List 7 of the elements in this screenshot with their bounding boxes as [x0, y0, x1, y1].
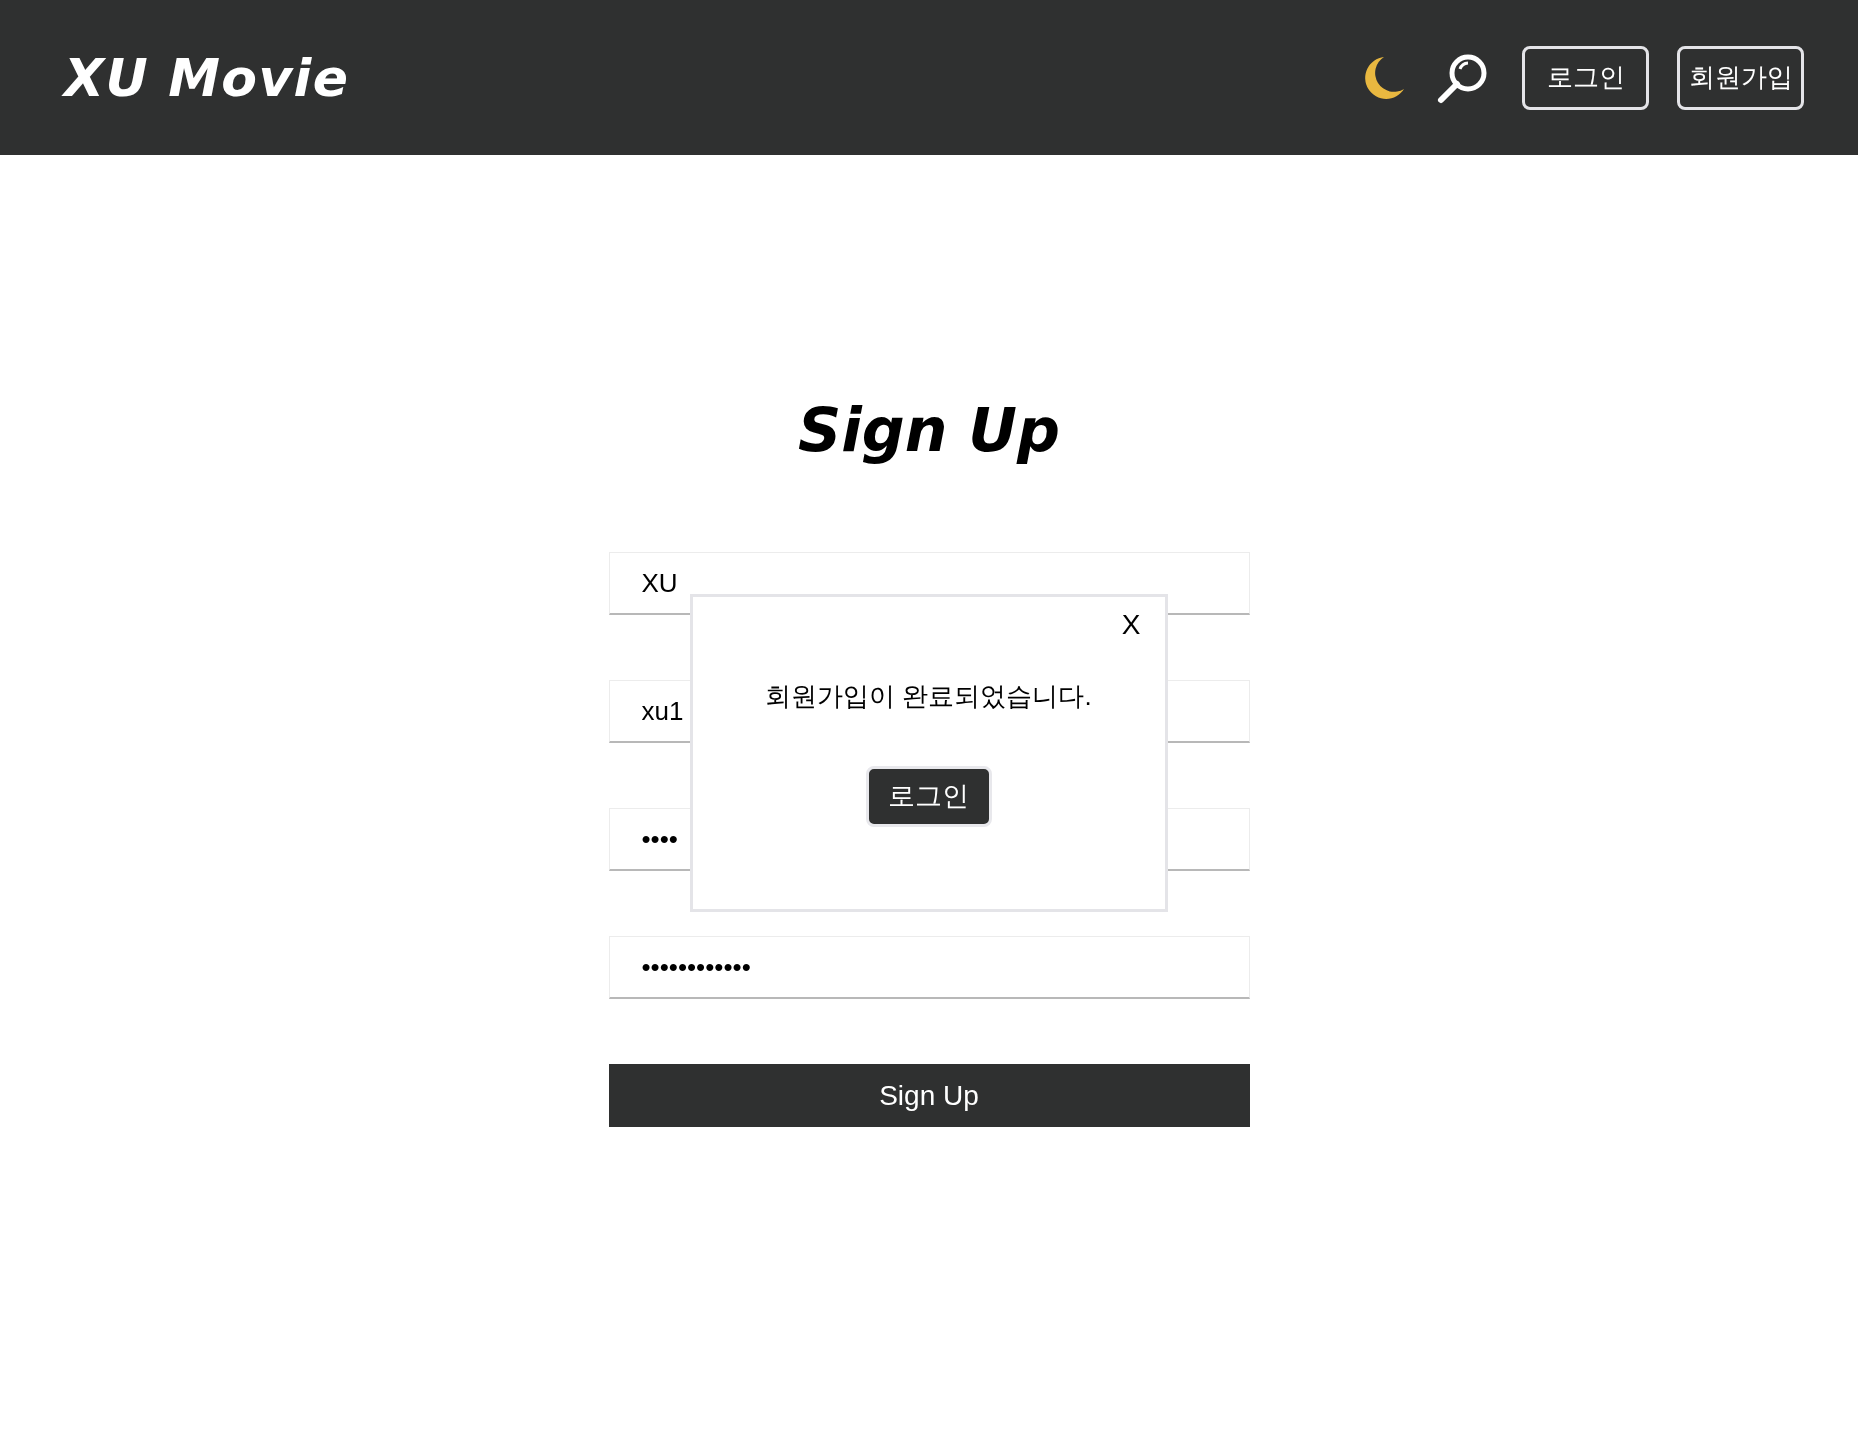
dialog-message: 회원가입이 완료되었습니다. [765, 680, 1092, 713]
moon-icon[interactable] [1362, 54, 1406, 101]
login-button[interactable]: 로그인 [865, 766, 992, 827]
sign-up-button[interactable]: 회원가입 [1677, 45, 1804, 110]
sign-up-button[interactable]: Sign Up [608, 1064, 1250, 1127]
input-field[interactable]: •••••••••••• [608, 936, 1250, 999]
login-button[interactable]: 로그인 [1522, 45, 1649, 110]
